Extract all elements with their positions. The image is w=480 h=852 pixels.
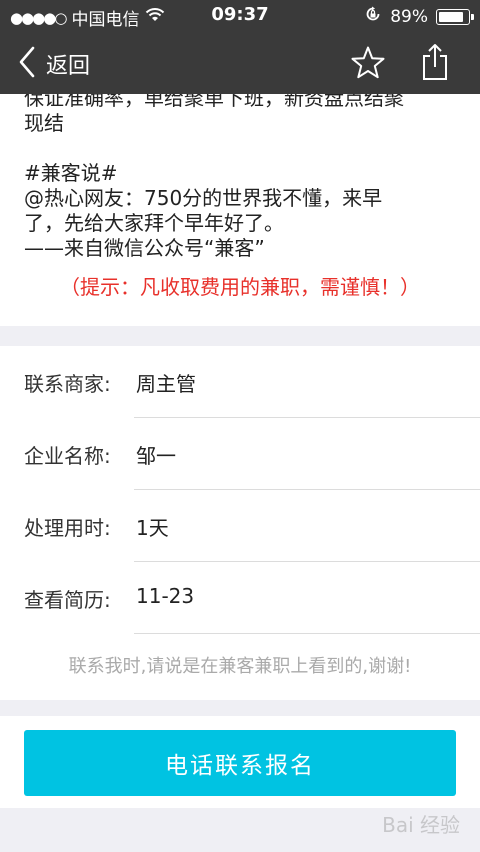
back-button[interactable]: 返回 <box>18 46 90 82</box>
nav-bar: 返回 <box>0 32 480 94</box>
info-label: 联系商家: <box>24 372 111 396</box>
back-label: 返回 <box>46 54 91 79</box>
description-line: 现结 <box>24 111 64 135</box>
description-line: 保证准确率，单给聚单下班，新资盘点结聚 <box>24 94 404 110</box>
info-row-resume-view: 查看简历: 11-23 <box>0 562 480 634</box>
info-row-company: 企业名称: 邹一 <box>0 418 480 490</box>
action-area: 电话联系报名 <box>0 716 480 808</box>
battery-percent: 89% <box>390 6 428 27</box>
info-label: 查看简历: <box>24 588 111 612</box>
share-icon <box>420 44 450 85</box>
info-row-contact: 联系商家: 周主管 <box>0 346 480 418</box>
rotation-lock-icon <box>364 5 382 28</box>
contact-note: 联系我时,请说是在兼客兼职上看到的,谢谢! <box>68 656 412 677</box>
contact-info-card: 联系商家: 周主管 企业名称: 邹一 处理用时: 1天 查看简历: 11-23 … <box>0 346 480 700</box>
watermark: Bai 经验 <box>382 813 460 837</box>
share-button[interactable] <box>420 43 450 81</box>
status-bar: ●●●●○ 中国电信 09:37 89% <box>0 0 480 32</box>
quote-line: 了，先给大家拜个早年好了。 <box>24 211 284 235</box>
battery-fill <box>439 11 464 22</box>
info-label: 处理用时: <box>24 516 111 540</box>
info-label: 企业名称: <box>24 444 111 468</box>
quote-source: ——来自微信公众号“兼客” <box>24 236 265 260</box>
favorite-button[interactable] <box>350 45 386 81</box>
call-apply-button[interactable]: 电话联系报名 <box>24 730 456 796</box>
chevron-left-icon <box>18 46 36 82</box>
status-right: 89% <box>364 5 474 28</box>
battery-icon <box>436 8 474 25</box>
info-value: 1天 <box>136 516 169 540</box>
info-row-processing-time: 处理用时: 1天 <box>0 490 480 562</box>
info-value: 周主管 <box>136 372 196 396</box>
info-value: 邹一 <box>136 444 176 468</box>
info-value: 11-23 <box>136 584 195 608</box>
divider <box>134 633 480 634</box>
star-outline-icon <box>350 46 386 85</box>
description-text: 保证准确率，单给聚单下班，新资盘点结聚 现结 #兼客说# @热心网友：750分的… <box>24 94 464 261</box>
fee-warning: （提示：凡收取费用的兼职，需谨慎！） <box>60 275 420 299</box>
quote-line: @热心网友：750分的世界我不懂，来早 <box>24 186 383 210</box>
hashtag: #兼客说# <box>24 161 118 185</box>
job-description-card: 保证准确率，单给聚单下班，新资盘点结聚 现结 #兼客说# @热心网友：750分的… <box>0 94 480 326</box>
